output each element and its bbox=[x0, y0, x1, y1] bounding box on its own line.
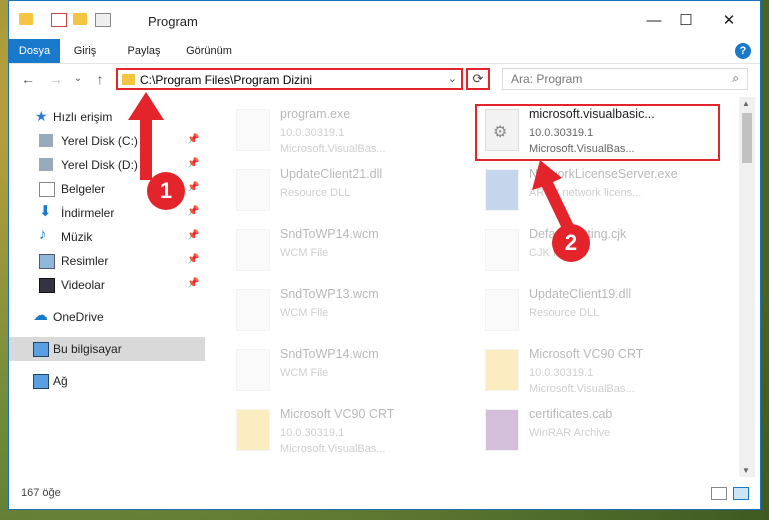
step-marker-1: 1 bbox=[147, 172, 185, 210]
arrow-up-icon bbox=[128, 92, 164, 180]
annotation-arrows bbox=[128, 92, 576, 235]
step-marker-2: 2 bbox=[552, 224, 590, 262]
